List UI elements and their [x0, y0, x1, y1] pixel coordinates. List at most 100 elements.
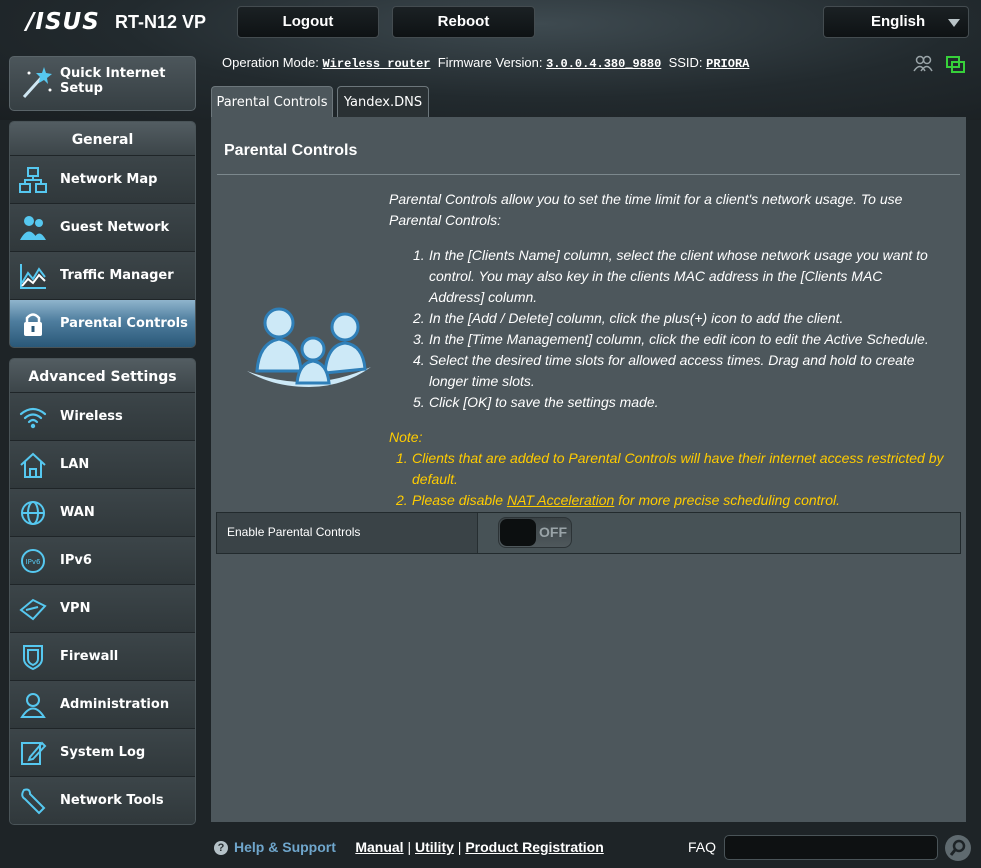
sidebar-item-network-tools[interactable]: Network Tools [10, 776, 195, 824]
step-text: In the [Add / Delete] column, click the … [429, 310, 844, 326]
step-number: 4. [413, 352, 425, 368]
general-menu-title: General [10, 122, 195, 155]
firmware-link[interactable]: 3.0.0.4.380_9880 [546, 57, 661, 71]
network-map-icon [19, 167, 47, 193]
utility-link[interactable]: Utility [415, 839, 454, 855]
ssid-link[interactable]: PRIORA [706, 57, 749, 71]
sidebar-item-label: Parental Controls [60, 316, 188, 331]
wifi-icon [19, 407, 47, 429]
lock-icon [24, 313, 42, 336]
quick-internet-setup-label: Quick Internet Setup [60, 66, 166, 96]
sidebar-item-parental-controls[interactable]: Parental Controls [10, 299, 195, 347]
usb-status-icon[interactable] [946, 56, 965, 73]
manual-link[interactable]: Manual [355, 839, 403, 855]
note-number: 1. [396, 450, 408, 466]
clients-icon[interactable] [913, 55, 933, 72]
sidebar-item-label: LAN [60, 457, 90, 472]
sidebar-item-label: WAN [60, 505, 95, 520]
sidebar-item-network-map[interactable]: Network Map [10, 155, 195, 203]
wrench-icon [21, 788, 46, 815]
note-text-pre: Please disable [412, 492, 507, 508]
enable-parental-controls-toggle[interactable]: OFF [498, 517, 572, 548]
sidebar-item-label: Network Map [60, 172, 158, 187]
nat-acceleration-link[interactable]: NAT Acceleration [507, 492, 614, 508]
sidebar-item-system-log[interactable]: System Log [10, 728, 195, 776]
magic-wand-icon [22, 67, 52, 99]
sidebar-item-ipv6[interactable]: IPv6 IPv6 [10, 536, 195, 584]
vpn-icon [19, 598, 47, 621]
sidebar-item-label: Firewall [60, 649, 119, 664]
faq-search-input[interactable] [724, 835, 938, 860]
asus-logo: /ISUS [26, 9, 100, 35]
description: Parental Controls allow you to set the t… [389, 191, 903, 228]
footer-separator: | [407, 839, 412, 855]
step-number: 5. [413, 394, 425, 410]
guest-network-icon [20, 216, 46, 240]
footer-separator: | [457, 839, 462, 855]
traffic-manager-icon [20, 264, 46, 289]
status-icons [913, 54, 969, 80]
step-text: In the [Clients Name] column, select the… [429, 247, 928, 305]
reboot-button[interactable]: Reboot [392, 6, 535, 38]
sidebar-item-traffic-manager[interactable]: Traffic Manager [10, 251, 195, 299]
page-title: Parental Controls [224, 142, 358, 159]
toggle-state: OFF [539, 524, 567, 540]
tab-yandex-dns[interactable]: Yandex.DNS [337, 86, 429, 118]
sidebar-item-administration[interactable]: Administration [10, 680, 195, 728]
sidebar-item-guest-network[interactable]: Guest Network [10, 203, 195, 251]
note-text-post: for more precise scheduling control. [614, 492, 840, 508]
faq-search-button[interactable] [945, 835, 971, 861]
sidebar-item-lan[interactable]: LAN [10, 440, 195, 488]
admin-user-icon [20, 693, 46, 718]
note-text: Clients that are added to Parental Contr… [412, 450, 944, 487]
note-item: 1. Clients that are added to Parental Co… [389, 448, 949, 490]
chevron-down-icon [948, 19, 960, 27]
product-registration-link[interactable]: Product Registration [465, 839, 603, 855]
sidebar-item-wan[interactable]: WAN [10, 488, 195, 536]
quick-internet-setup-button[interactable]: Quick Internet Setup [9, 56, 196, 111]
sidebar-item-label: IPv6 [60, 553, 92, 568]
faq-label: FAQ [688, 839, 717, 855]
step-text: Select the desired time slots for allowe… [429, 352, 915, 389]
language-value: English [871, 13, 926, 30]
note-section: Note: 1. Clients that are added to Paren… [389, 427, 949, 511]
enable-parental-controls-row: Enable Parental Controls OFF [216, 512, 961, 554]
globe-icon [21, 501, 45, 525]
note-number: 2. [396, 492, 408, 508]
note-title: Note: [389, 429, 423, 445]
help-support-link[interactable]: Help & Support [234, 839, 336, 855]
step-number: 3. [413, 331, 425, 347]
op-mode-link[interactable]: Wireless router [322, 57, 430, 71]
footer-links: ? Help & Support Manual | Utility | Produ… [214, 839, 604, 855]
instructions-list: 1. In the [Clients Name] column, select t… [389, 245, 934, 413]
sidebar-item-label: Administration [60, 697, 170, 712]
note-item: 2. Please disable NAT Acceleration for m… [389, 490, 949, 511]
sidebar-item-label: Traffic Manager [60, 268, 174, 283]
sidebar-item-firewall[interactable]: Firewall [10, 632, 195, 680]
log-edit-icon [21, 741, 47, 765]
list-item: 3. In the [Time Management] column, click… [389, 329, 934, 350]
tab-parental-controls[interactable]: Parental Controls [211, 86, 333, 118]
op-mode-label: Operation Mode: [222, 55, 319, 70]
sidebar-item-label: VPN [60, 601, 91, 616]
list-item: 5. Click [OK] to save the settings made. [389, 392, 934, 413]
sidebar-item-label: System Log [60, 745, 146, 760]
sidebar-item-label: Guest Network [60, 220, 170, 235]
sidebar-item-label: Network Tools [60, 793, 164, 808]
ssid-label: SSID: [668, 55, 703, 70]
general-menu: General Network Map Guest Network Traffi… [9, 121, 196, 348]
step-number: 1. [413, 247, 425, 263]
sidebar-item-vpn[interactable]: VPN [10, 584, 195, 632]
sidebar-item-wireless[interactable]: Wireless [10, 392, 195, 440]
enable-parental-controls-label: Enable Parental Controls [217, 513, 478, 553]
list-item: 4. Select the desired time slots for allo… [389, 350, 934, 392]
advanced-settings-menu: Advanced Settings Wireless LAN WAN IPv6 … [9, 358, 196, 825]
shield-icon [23, 645, 43, 671]
logout-button[interactable]: Logout [237, 6, 379, 38]
step-text: In the [Time Management] column, click t… [429, 331, 929, 347]
svg-text:IPv6: IPv6 [26, 558, 41, 566]
advanced-settings-title: Advanced Settings [10, 359, 195, 392]
home-icon [20, 452, 46, 478]
language-select[interactable]: English [823, 6, 969, 38]
ipv6-icon: IPv6 [21, 549, 45, 573]
